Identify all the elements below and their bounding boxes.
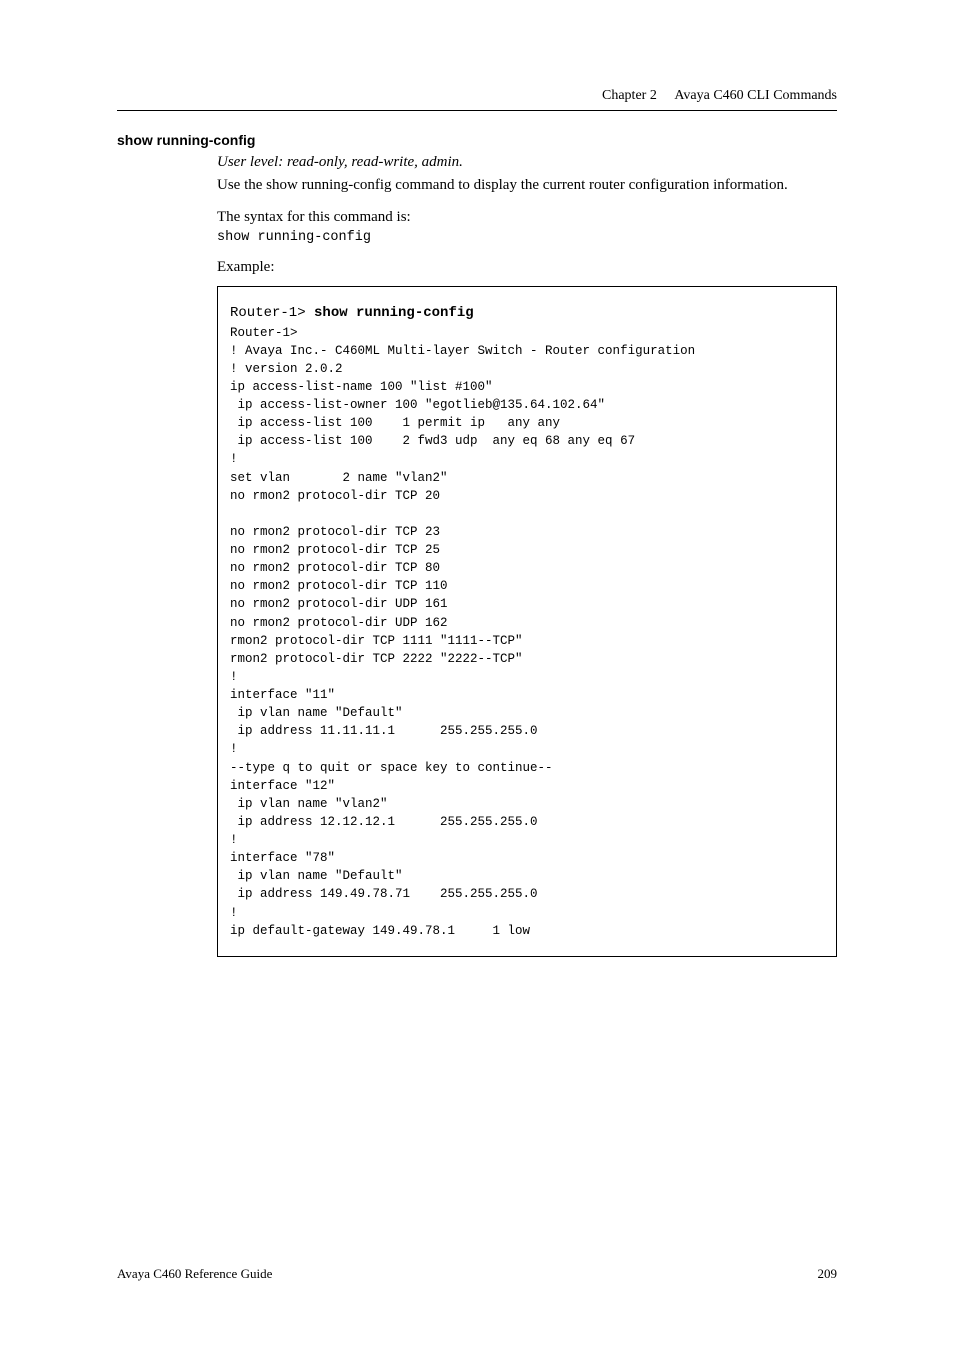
- example-label: Example:: [217, 259, 837, 276]
- router-prompt: Router-1>: [230, 305, 314, 321]
- typed-command: show running-config: [314, 305, 474, 321]
- footer-guide-name: Avaya C460 Reference Guide: [117, 1266, 272, 1282]
- user-level-text: User level: read-only, read-write, admin…: [217, 154, 837, 171]
- example-output: Router-1> ! Avaya Inc.- C460ML Multi-lay…: [230, 326, 695, 938]
- page-header: Chapter 2 Avaya C460 CLI Commands: [602, 88, 837, 104]
- footer-page-number: 209: [818, 1266, 838, 1282]
- header-title: Avaya C460 CLI Commands: [674, 88, 837, 103]
- syntax-label: The syntax for this command is:: [217, 209, 837, 226]
- main-content: show running-config User level: read-onl…: [117, 132, 837, 957]
- header-rule: [117, 110, 837, 111]
- chapter-label: Chapter 2: [602, 88, 657, 103]
- page-footer: Avaya C460 Reference Guide 209: [117, 1266, 837, 1282]
- example-box: Router-1> show running-config Router-1> …: [217, 286, 837, 957]
- intro-text: Use the show running-config command to d…: [217, 175, 837, 195]
- syntax-command: show running-config: [217, 230, 837, 245]
- section-heading: show running-config: [117, 132, 837, 148]
